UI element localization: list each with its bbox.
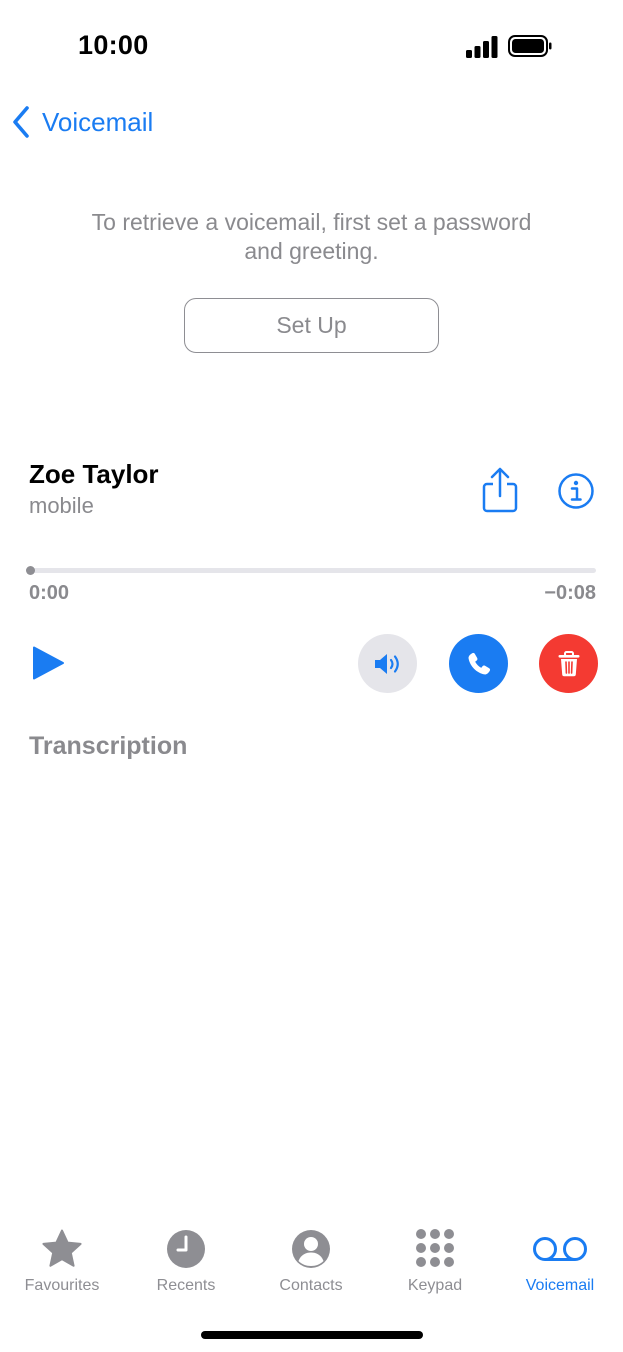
clock-icon (167, 1230, 205, 1268)
call-back-button[interactable] (449, 634, 508, 693)
share-icon[interactable] (480, 466, 520, 514)
transcription-heading: Transcription (29, 732, 188, 760)
speaker-icon (374, 653, 399, 674)
caller-number-type: mobile (29, 493, 94, 518)
playback-scrubber[interactable] (29, 568, 596, 573)
star-icon (42, 1229, 82, 1267)
trash-icon (558, 650, 579, 676)
setup-message: To retrieve a voicemail, first set a pas… (91, 209, 532, 264)
play-icon[interactable] (30, 644, 66, 682)
scrubber-knob[interactable] (26, 566, 35, 575)
elapsed-time: 0:00 (29, 582, 70, 604)
tab-label: Contacts (279, 1277, 343, 1294)
tab-label: Recents (156, 1277, 216, 1294)
status-time: 10:00 (78, 30, 149, 60)
phone-icon (468, 652, 490, 674)
tab-label: Keypad (407, 1277, 463, 1294)
battery-icon (508, 35, 552, 57)
speaker-button[interactable] (358, 634, 417, 693)
tab-contacts[interactable]: Contacts (251, 1218, 371, 1298)
info-icon[interactable] (557, 472, 595, 510)
tab-bar: Favourites Recents Contacts Keypad Voice… (0, 1218, 623, 1308)
remaining-time: −0:08 (544, 582, 596, 604)
tab-favourites[interactable]: Favourites (2, 1218, 122, 1298)
tab-voicemail[interactable]: Voicemail (500, 1218, 620, 1298)
back-button-label: Voicemail (42, 106, 154, 137)
back-button[interactable]: Voicemail (10, 100, 153, 144)
keypad-icon (416, 1229, 454, 1267)
voicemail-icon (533, 1237, 587, 1261)
delete-button[interactable] (539, 634, 598, 693)
caller-name: Zoe Taylor (29, 459, 159, 489)
tab-keypad[interactable]: Keypad (375, 1218, 495, 1298)
person-circle-icon (292, 1230, 330, 1268)
tab-label: Voicemail (525, 1277, 595, 1294)
home-indicator (201, 1331, 423, 1339)
tab-recents[interactable]: Recents (126, 1218, 246, 1298)
cellular-signal-icon (466, 36, 498, 58)
status-bar: 10:00 (0, 0, 623, 92)
tab-label: Favourites (24, 1277, 100, 1294)
set-up-button[interactable]: Set Up (184, 298, 439, 353)
chevron-left-icon (13, 106, 29, 138)
